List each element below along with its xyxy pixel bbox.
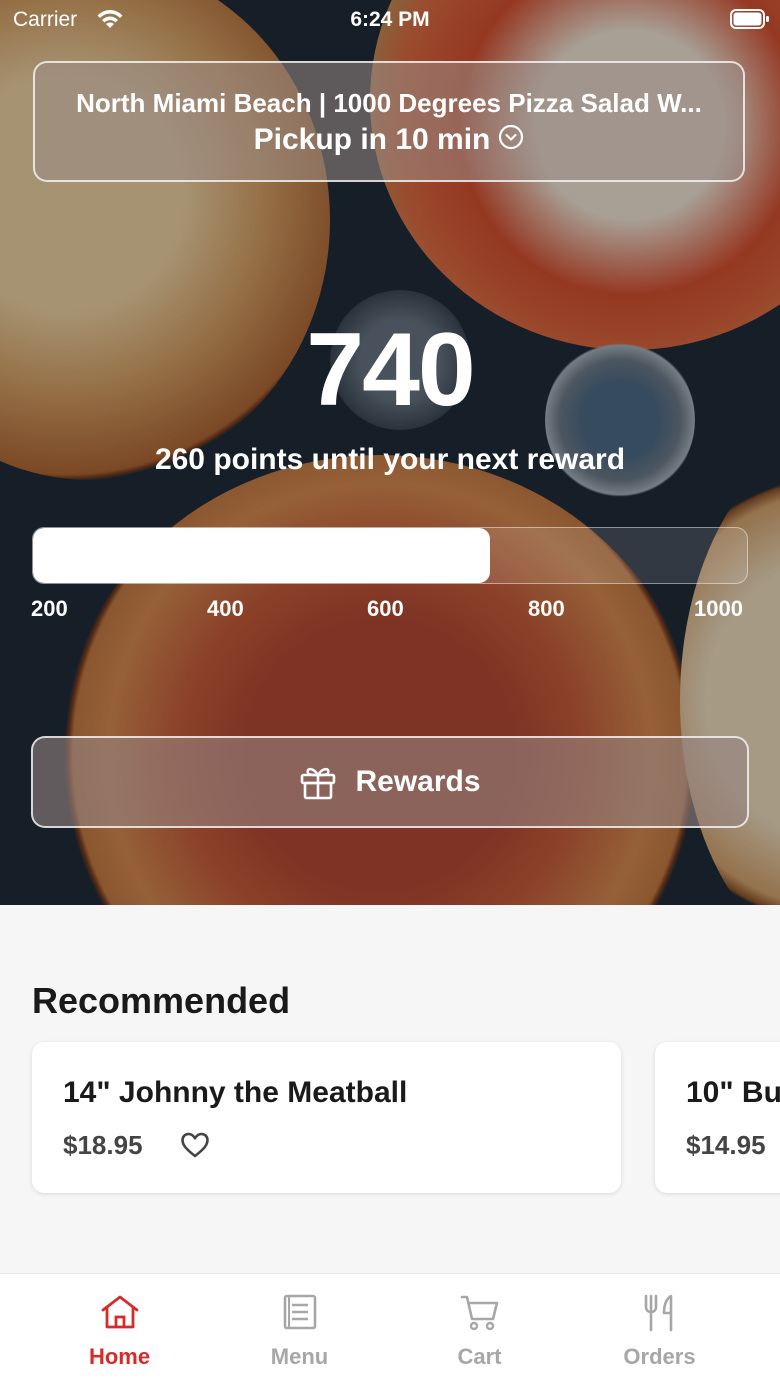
home-icon	[22, 1293, 217, 1333]
points-until-reward: 260 points until your next reward	[154, 443, 626, 476]
clock: 6:24 PM	[350, 8, 430, 31]
rewards-progress-bar	[32, 527, 748, 584]
cart-icon	[382, 1293, 577, 1333]
tab-label: Home	[88, 1344, 151, 1369]
tab-label: Cart	[457, 1344, 502, 1369]
tick-label: 800	[528, 596, 565, 621]
rewards-button[interactable]: Rewards	[31, 736, 749, 828]
battery-icon	[730, 9, 769, 29]
pickup-time: Pickup in 10 min	[35, 123, 743, 158]
tick-label: 600	[367, 596, 404, 621]
item-name: 14" Johnny the Meatball	[63, 1076, 408, 1109]
tick-label: 1000	[694, 596, 743, 621]
pickup-label: Pickup in 10 min	[253, 123, 491, 156]
chevron-down-icon	[498, 124, 524, 158]
location-selector[interactable]: North Miami Beach | 1000 Degrees Pizza S…	[33, 61, 745, 182]
utensils-icon	[562, 1293, 757, 1333]
tab-label: Menu	[270, 1344, 329, 1369]
menu-icon	[202, 1293, 397, 1333]
recommended-item-card[interactable]: 10" Bui $14.95	[655, 1042, 780, 1193]
rewards-progress-fill	[33, 528, 490, 583]
item-price: $18.95	[63, 1130, 143, 1160]
recommended-item-card[interactable]: 14" Johnny the Meatball $18.95	[32, 1042, 621, 1193]
recommended-title: Recommended	[32, 980, 291, 1021]
rewards-button-label: Rewards	[355, 765, 481, 798]
item-name: 10" Bui	[686, 1076, 780, 1109]
tick-label: 200	[31, 596, 68, 621]
hero-background: Carrier 6:24 PM North Miami Beach | 1000…	[0, 0, 780, 905]
tab-label: Orders	[623, 1344, 696, 1369]
item-price: $14.95	[686, 1130, 766, 1160]
tab-orders[interactable]: Orders	[562, 1274, 757, 1388]
tick-label: 400	[207, 596, 244, 621]
tab-menu[interactable]: Menu	[202, 1274, 397, 1388]
location-name: North Miami Beach | 1000 Degrees Pizza S…	[76, 88, 702, 118]
status-bar: Carrier 6:24 PM	[0, 0, 780, 40]
tab-bar: Home Menu Cart Orders	[0, 1273, 780, 1388]
gift-icon	[301, 767, 336, 800]
tab-home[interactable]: Home	[22, 1274, 217, 1388]
heart-icon[interactable]	[180, 1131, 210, 1164]
points-balance: 740	[306, 312, 476, 428]
tab-cart[interactable]: Cart	[382, 1274, 577, 1388]
progress-ticks: 200 400 600 800 1000	[0, 596, 780, 626]
